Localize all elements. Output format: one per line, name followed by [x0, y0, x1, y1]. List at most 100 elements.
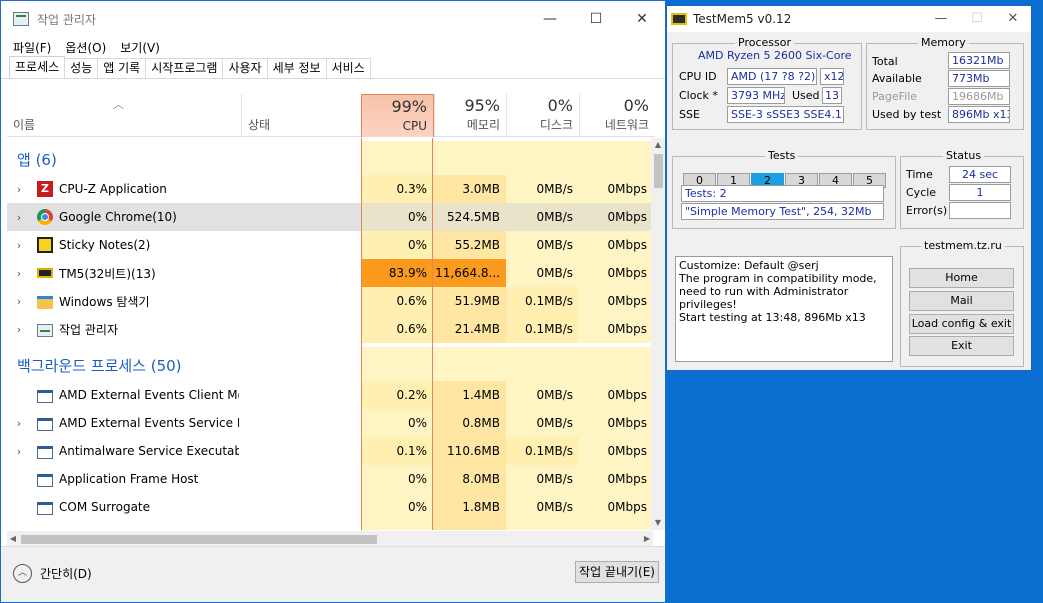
network-value: 0Mbps [579, 231, 653, 259]
process-row[interactable]: › TM5(32비트)(13) 83.9% 11,664.8... 0MB/s … [7, 259, 653, 287]
tab-details[interactable]: 세부 정보 [266, 58, 327, 78]
vertical-scrollbar[interactable]: ▲ ▼ [651, 138, 665, 530]
service-window-icon [37, 473, 53, 487]
exit-button[interactable]: Exit [909, 336, 1014, 356]
cpu-value: 0% [361, 231, 433, 259]
process-row[interactable]: › Antimalware Service Executable 0.1% 11… [7, 437, 653, 465]
sort-caret-icon: ︿ [113, 98, 124, 111]
process-row[interactable]: COM Surrogate 0% 1.8MB 0MB/s 0Mbps [7, 493, 653, 521]
menu-options[interactable]: 옵션(O) [65, 39, 106, 56]
process-row[interactable]: › Google Chrome(10) 0% 524.5MB 0MB/s 0Mb… [7, 203, 653, 231]
expand-chevron-icon[interactable]: › [9, 183, 29, 196]
tab-services[interactable]: 서비스 [325, 58, 371, 78]
tests-count-field: Tests: 2 [681, 185, 884, 202]
network-total: 0% [623, 96, 649, 115]
task-manager-window: 작업 관리자 — ☐ ✕ 파일(F) 옵션(O) 보기(V) 프로세스 성능 앱… [0, 0, 666, 603]
title-bar[interactable]: 작업 관리자 — ☐ ✕ [1, 1, 665, 37]
cpu-value: 0.6% [361, 315, 433, 343]
close-button[interactable]: ✕ [995, 6, 1031, 32]
cpu-value: 83.9% [361, 259, 433, 287]
title-bar[interactable]: TestMem5 v0.12 — ☐ ✕ [667, 6, 1031, 32]
cpu-total: 99% [391, 97, 427, 116]
network-value: 0Mbps [579, 259, 653, 287]
scroll-thumb[interactable] [654, 154, 663, 188]
chevron-up-circle-icon: ︿ [13, 564, 32, 583]
cpu-value: 0.6% [361, 287, 433, 315]
window-title: 작업 관리자 [37, 12, 97, 27]
scroll-up-icon[interactable]: ▲ [651, 138, 665, 152]
network-value: 0Mbps [579, 315, 653, 343]
hscroll-thumb[interactable] [21, 535, 377, 544]
fewer-details-label: 간단히(D) [40, 567, 92, 581]
process-row[interactable]: › Sticky Notes(2) 0% 55.2MB 0MB/s 0Mbps [7, 231, 653, 259]
memory-total: 95% [464, 96, 500, 115]
process-row[interactable]: AMD External Events Client Mo... 0.2% 1.… [7, 381, 653, 409]
network-value: 0Mbps [579, 203, 653, 231]
process-name: AMD External Events Client Mo... [59, 388, 239, 402]
task-manager-icon [37, 323, 53, 337]
cpu-value: 0% [361, 409, 433, 437]
memory-value: 3.0MB [433, 175, 506, 203]
process-list: 앱 (6) › Z CPU-Z Application 0.3% 3.0MB 0… [7, 138, 653, 530]
disk-value: 0MB/s [506, 381, 579, 409]
load-config-exit-button[interactable]: Load config & exit [909, 314, 1014, 334]
column-name[interactable]: ︿ 이름 [7, 94, 241, 137]
footer: ︿ 간단히(D) 작업 끝내기(E) [1, 546, 665, 602]
maximize-button: ☐ [971, 11, 983, 26]
tab-performance[interactable]: 성능 [64, 58, 99, 78]
close-button[interactable]: ✕ [619, 1, 665, 37]
column-cpu[interactable]: 99% CPU [361, 94, 434, 137]
service-window-icon [37, 417, 53, 431]
minimize-button[interactable]: — [527, 1, 573, 37]
expand-chevron-icon[interactable]: › [9, 239, 29, 252]
column-memory[interactable]: 95% 메모리 [434, 94, 506, 137]
expand-chevron-icon[interactable]: › [9, 267, 29, 280]
menu-view[interactable]: 보기(V) [120, 39, 160, 56]
tab-startup[interactable]: 시작프로그램 [145, 58, 224, 78]
tab-processes[interactable]: 프로세스 [9, 56, 66, 78]
process-name: 작업 관리자 [59, 322, 119, 337]
menu-file[interactable]: 파일(F) [13, 39, 51, 56]
column-status[interactable]: 상태 [241, 94, 361, 137]
process-row[interactable]: › 작업 관리자 0.6% 21.4MB 0.1MB/s 0Mbps [7, 315, 653, 343]
tab-app-history[interactable]: 앱 기록 [97, 58, 147, 78]
cpu-value: 0% [361, 465, 433, 493]
memory-value: 524.5MB [433, 203, 506, 231]
scroll-right-icon[interactable]: ▶ [641, 531, 653, 547]
disk-value: 0MB/s [506, 465, 579, 493]
end-task-button[interactable]: 작업 끝내기(E) [575, 561, 659, 583]
cpu-value: 0% [361, 203, 433, 231]
network-value: 0Mbps [579, 465, 653, 493]
disk-value: 0MB/s [506, 409, 579, 437]
scroll-down-icon[interactable]: ▼ [651, 516, 665, 530]
process-name: AMD External Events Service M... [59, 416, 239, 430]
expand-chevron-icon[interactable]: › [9, 295, 29, 308]
process-row[interactable]: › Windows 탐색기 0.6% 51.9MB 0.1MB/s 0Mbps [7, 287, 653, 315]
process-row[interactable]: › Z CPU-Z Application 0.3% 3.0MB 0MB/s 0… [7, 175, 653, 203]
log-output[interactable]: Customize: Default @serj The program in … [675, 256, 893, 362]
scroll-left-icon[interactable]: ◀ [7, 531, 19, 547]
expand-chevron-icon[interactable]: › [9, 211, 29, 224]
window-title: TestMem5 v0.12 [693, 12, 792, 26]
column-network[interactable]: 0% 네트워크 [579, 94, 655, 137]
cpuz-icon: Z [37, 181, 53, 197]
maximize-button[interactable]: ☐ [573, 1, 619, 37]
task-manager-app-icon [13, 12, 29, 26]
disk-value: 0.1MB/s [506, 287, 579, 315]
horizontal-scrollbar[interactable]: ◀ ▶ [7, 531, 653, 547]
sse-field: SSE-3 sSSE3 SSE4.1 [727, 106, 844, 123]
fewer-details-button[interactable]: ︿ 간단히(D) [13, 564, 92, 583]
process-row[interactable]: Application Frame Host 0% 8.0MB 0MB/s 0M… [7, 465, 653, 493]
home-button[interactable]: Home [909, 268, 1014, 288]
mail-button[interactable]: Mail [909, 291, 1014, 311]
tab-users[interactable]: 사용자 [222, 58, 268, 78]
column-disk[interactable]: 0% 디스크 [506, 94, 579, 137]
process-row[interactable]: › AMD External Events Service M... 0% 0.… [7, 409, 653, 437]
expand-chevron-icon[interactable]: › [9, 323, 29, 336]
column-header: ︿ 이름 상태 99% CPU 95% 메모리 0% 디스크 0% 네트워크 [7, 94, 655, 137]
minimize-button[interactable]: — [923, 6, 959, 32]
expand-chevron-icon[interactable]: › [9, 417, 29, 430]
expand-chevron-icon[interactable]: › [9, 445, 29, 458]
process-name: TM5(32비트)(13) [59, 266, 156, 281]
disk-value: 0.1MB/s [506, 437, 579, 465]
